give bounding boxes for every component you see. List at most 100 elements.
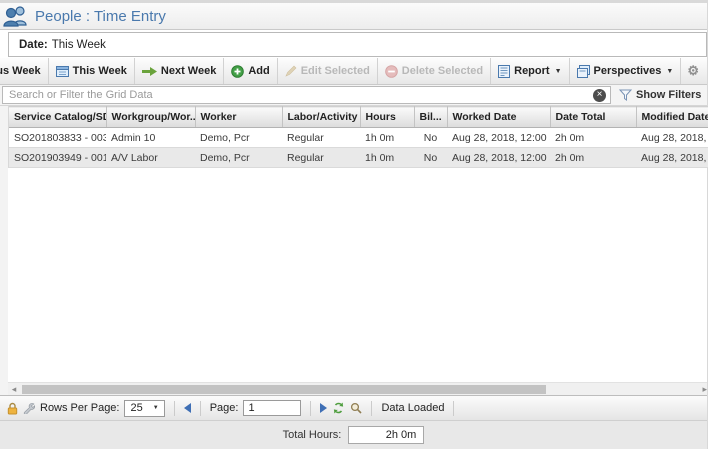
previous-page-button[interactable] bbox=[184, 403, 191, 413]
caret-down-icon: ▼ bbox=[666, 68, 673, 75]
report-button[interactable]: Report ▼ bbox=[490, 58, 568, 84]
cell-worked-date: Aug 28, 2018, 12:00 am bbox=[447, 148, 550, 168]
column-header-workgroup[interactable]: Workgroup/Wor... bbox=[106, 107, 195, 128]
title-bar: People : Time Entry bbox=[0, 0, 707, 30]
toolbar: Previous Week This Week Next Week Add bbox=[0, 58, 707, 85]
scrollbar-thumb[interactable] bbox=[22, 385, 546, 394]
rows-per-page-label: Rows Per Page: bbox=[40, 402, 119, 414]
scroll-left-icon[interactable]: ◂ bbox=[8, 384, 20, 395]
time-entry-table: Service Catalog/SD # Workgroup/Wor... Wo… bbox=[9, 106, 708, 168]
time-entry-app: People : Time Entry Date: This Week Prev… bbox=[0, 0, 708, 449]
date-bar: Date: This Week bbox=[8, 32, 707, 57]
report-icon bbox=[498, 65, 510, 78]
next-week-label: Next Week bbox=[161, 65, 216, 77]
divider bbox=[371, 401, 372, 416]
column-header-service-catalog[interactable]: Service Catalog/SD # bbox=[9, 107, 106, 128]
caret-down-icon: ▼ bbox=[153, 405, 159, 411]
page-label: Page: bbox=[210, 402, 239, 414]
next-week-button[interactable]: Next Week bbox=[134, 58, 223, 84]
column-header-hours[interactable]: Hours bbox=[360, 107, 414, 128]
cell-labor-type: Regular bbox=[282, 128, 360, 148]
cell-modified-date: Aug 28, 2018, 2:31 p bbox=[636, 128, 708, 148]
cell-worker: Demo, Pcr bbox=[195, 148, 282, 168]
cell-workgroup: A/V Labor bbox=[106, 148, 195, 168]
settings-button[interactable]: ⚙ bbox=[680, 58, 705, 84]
cell-billable: No bbox=[414, 128, 447, 148]
lock-icon bbox=[7, 402, 18, 415]
delete-selected-button[interactable]: Delete Selected bbox=[377, 58, 490, 84]
search-box: × bbox=[2, 86, 611, 104]
report-label: Report bbox=[514, 65, 549, 77]
add-label: Add bbox=[248, 65, 269, 77]
column-header-date-total[interactable]: Date Total bbox=[550, 107, 636, 128]
arrow-right-icon bbox=[142, 67, 157, 76]
total-bar: Total Hours: 2h 0m bbox=[0, 420, 707, 449]
show-filters-label: Show Filters bbox=[636, 89, 701, 101]
search-row: × Show Filters bbox=[0, 85, 707, 106]
grid-empty-area bbox=[8, 168, 707, 382]
table-row[interactable]: SO201803833 - 003 Admin 10 Demo, Pcr Reg… bbox=[9, 128, 708, 148]
search-input[interactable] bbox=[3, 89, 593, 101]
tools-button[interactable] bbox=[23, 402, 35, 414]
total-hours-label: Total Hours: bbox=[283, 429, 342, 441]
cell-worked-date: Aug 28, 2018, 12:00 am bbox=[447, 128, 550, 148]
cell-date-total: 2h 0m bbox=[550, 128, 636, 148]
cell-sd-number: SO201903949 - 001 bbox=[9, 148, 106, 168]
column-header-modified-date[interactable]: Modified Date bbox=[636, 107, 708, 128]
rows-per-page-select[interactable]: 25 ▼ bbox=[124, 400, 164, 417]
column-header-worker[interactable]: Worker bbox=[195, 107, 282, 128]
cell-workgroup: Admin 10 bbox=[106, 128, 195, 148]
cell-modified-date: Aug 28, 2018, 1:34 p bbox=[636, 148, 708, 168]
table-header-row: Service Catalog/SD # Workgroup/Wor... Wo… bbox=[9, 107, 708, 128]
search-grid-button[interactable] bbox=[350, 402, 362, 414]
calendar-icon bbox=[56, 65, 69, 77]
edit-selected-button[interactable]: Edit Selected bbox=[277, 58, 377, 84]
edit-selected-label: Edit Selected bbox=[301, 65, 370, 77]
filter-funnel-icon bbox=[619, 89, 632, 101]
this-week-button[interactable]: This Week bbox=[48, 58, 134, 84]
lock-button[interactable] bbox=[7, 402, 18, 415]
cell-date-total: 2h 0m bbox=[550, 148, 636, 168]
page-title: People : Time Entry bbox=[35, 8, 166, 25]
divider bbox=[174, 401, 175, 416]
column-header-labor-activity[interactable]: Labor/Activity T... bbox=[282, 107, 360, 128]
delete-icon bbox=[385, 65, 398, 78]
date-value: This Week bbox=[52, 39, 106, 51]
divider bbox=[453, 401, 454, 416]
column-header-billable[interactable]: Bil... bbox=[414, 107, 447, 128]
previous-week-button[interactable]: Previous Week bbox=[0, 58, 48, 84]
show-filters-button[interactable]: Show Filters bbox=[611, 85, 707, 105]
pencil-icon bbox=[285, 65, 297, 77]
this-week-label: This Week bbox=[73, 65, 127, 77]
add-icon bbox=[231, 65, 244, 78]
divider bbox=[200, 401, 201, 416]
previous-week-label: Previous Week bbox=[0, 65, 41, 77]
perspectives-label: Perspectives bbox=[594, 65, 662, 77]
divider bbox=[310, 401, 311, 416]
rows-per-page-value: 25 bbox=[130, 402, 142, 414]
cell-sd-number: SO201803833 - 003 bbox=[9, 128, 106, 148]
perspectives-button[interactable]: Perspectives ▼ bbox=[569, 58, 681, 84]
perspectives-icon bbox=[577, 65, 590, 78]
add-button[interactable]: Add bbox=[223, 58, 276, 84]
refresh-button[interactable] bbox=[332, 402, 345, 414]
grid-clip: Service Catalog/SD # Workgroup/Wor... Wo… bbox=[8, 106, 708, 168]
pager-bar: Rows Per Page: 25 ▼ Page: Data Lo bbox=[0, 395, 707, 420]
refresh-icon bbox=[332, 402, 345, 414]
page-input[interactable] bbox=[243, 400, 301, 416]
date-label: Date: bbox=[19, 39, 48, 51]
caret-down-icon: ▼ bbox=[555, 68, 562, 75]
column-header-worked-date[interactable]: Worked Date bbox=[447, 107, 550, 128]
wrench-icon bbox=[23, 402, 35, 414]
cell-worker: Demo, Pcr bbox=[195, 128, 282, 148]
people-icon bbox=[3, 5, 29, 27]
total-hours-value: 2h 0m bbox=[348, 426, 424, 444]
scroll-right-icon[interactable]: ▸ bbox=[702, 384, 707, 395]
clear-search-icon[interactable]: × bbox=[593, 89, 606, 102]
column-label: Service Catalog/SD # bbox=[14, 111, 106, 123]
horizontal-scrollbar[interactable]: ◂ ▸ bbox=[8, 382, 707, 395]
next-page-button[interactable] bbox=[320, 403, 327, 413]
grid-area: Service Catalog/SD # Workgroup/Wor... Wo… bbox=[0, 106, 707, 395]
gear-icon: ⚙ bbox=[687, 63, 699, 79]
table-row[interactable]: SO201903949 - 001 A/V Labor Demo, Pcr Re… bbox=[9, 148, 708, 168]
